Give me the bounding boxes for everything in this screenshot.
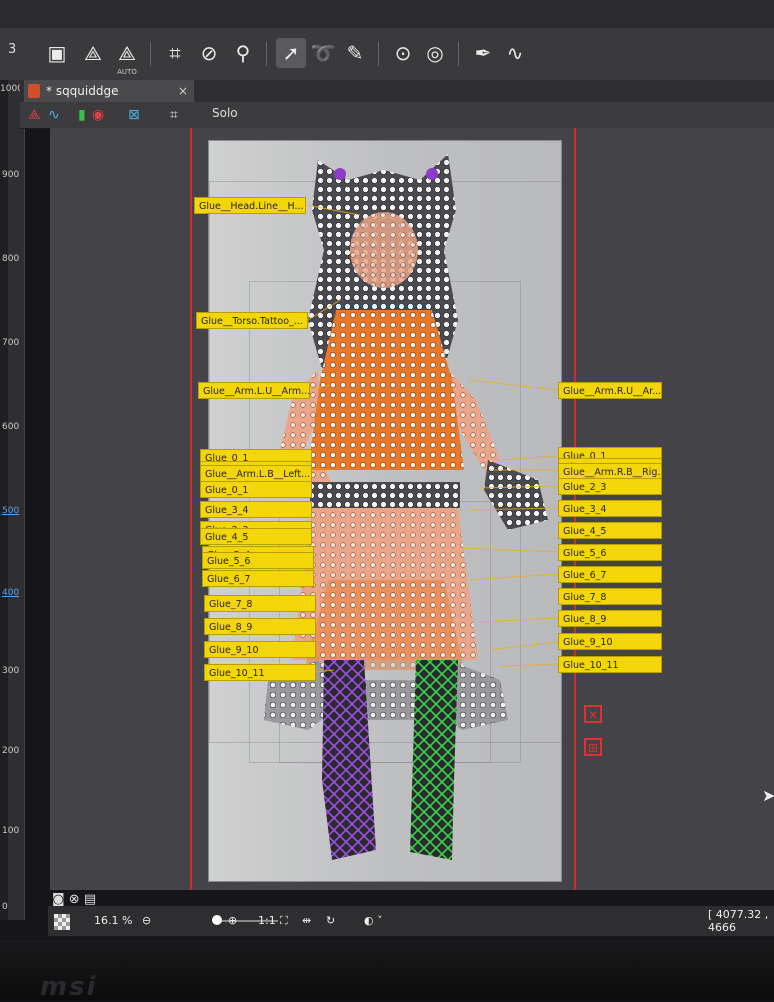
screenshot-icon[interactable]: ▤ — [84, 892, 96, 907]
fit-view-icon[interactable]: ⛶ — [280, 914, 288, 928]
monitor-brand-logo: msi — [40, 972, 98, 1002]
zoom-percentage: 16.1 % — [94, 914, 133, 927]
glue-connector-lines — [305, 204, 559, 673]
glue-grid-icon[interactable]: ⊞ — [584, 738, 602, 756]
zoom-out-icon[interactable]: ⊖ — [142, 914, 151, 927]
toggle-view-icon[interactable]: ◐ ˅ — [364, 914, 383, 927]
monitor-bezel — [0, 940, 774, 1000]
mouse-cursor-icon: ➤ — [762, 786, 774, 805]
delete-glue-icon[interactable]: ✕ — [584, 705, 602, 723]
cursor-coordinates: [ 4077.32 , 4666 — [708, 908, 769, 934]
transparency-checker-icon[interactable] — [54, 914, 70, 930]
flip-view-icon[interactable]: ⇹ — [302, 914, 311, 927]
zoom-in-icon[interactable]: ⊕ — [228, 914, 237, 927]
link-icon[interactable]: ⊗ — [69, 892, 80, 907]
viewport-tool-row: ◙ ⊗ ▤ — [52, 892, 96, 907]
actual-size-button[interactable]: 1:1 — [258, 914, 276, 927]
status-bar: 16.1 % ⊖ ⊕ 1:1 ⛶ ⇹ ↻ ◐ ˅ — [48, 906, 774, 936]
camera-icon[interactable]: ◙ — [52, 892, 65, 907]
zoom-slider-handle[interactable] — [212, 915, 222, 925]
rotate-view-icon[interactable]: ↻ — [326, 914, 335, 927]
